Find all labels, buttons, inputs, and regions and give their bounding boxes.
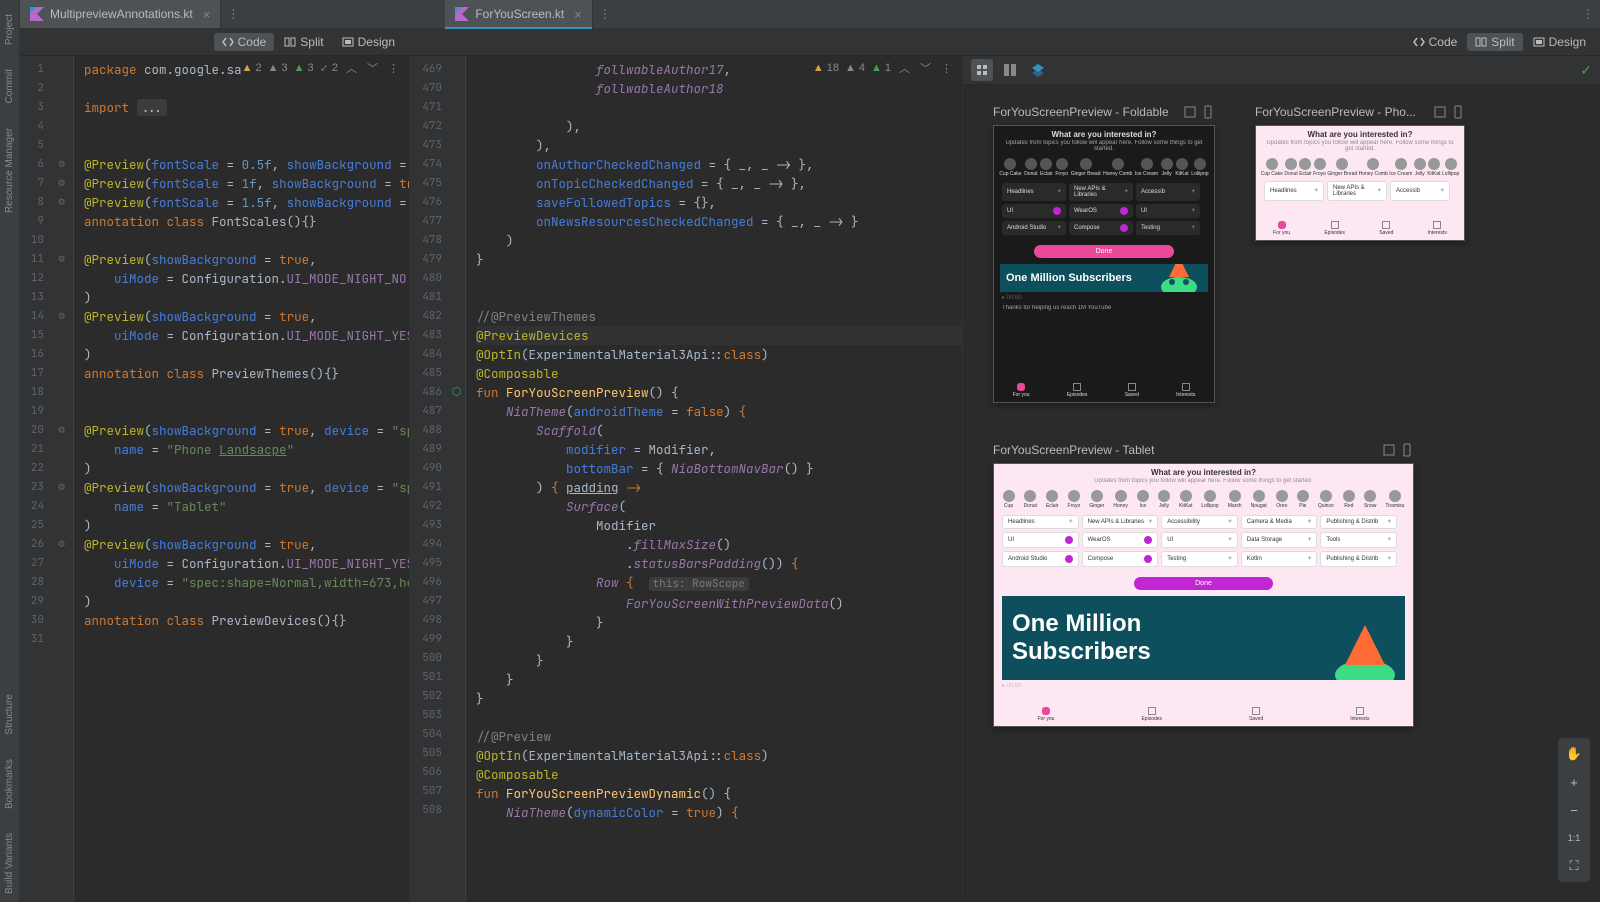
preview-title: ForYouScreenPreview - Pho... — [1255, 105, 1416, 119]
viewmode-split-right[interactable]: Split — [1467, 33, 1522, 51]
zoom-ratio[interactable]: 1:1 — [1562, 826, 1586, 850]
rail-resource-manager[interactable]: Resource Manager — [2, 120, 17, 221]
chevron-down-icon[interactable]: ﹀ — [918, 60, 933, 76]
preview-title: ForYouScreenPreview - Foldable — [993, 105, 1169, 119]
more-icon[interactable]: ⋮ — [939, 62, 954, 75]
viewmode-design-right[interactable]: Design — [1525, 33, 1594, 51]
viewmode-split[interactable]: Split — [276, 33, 331, 51]
editor-pane-middle: 4694704714724734744754764774784794804814… — [410, 56, 963, 902]
tab-multipreview-annotations[interactable]: MultipreviewAnnotations.kt × — [20, 0, 221, 28]
viewmode-code[interactable]: Code — [214, 33, 275, 51]
chevron-up-icon[interactable]: ︿ — [897, 60, 912, 76]
tab-overflow-left[interactable]: ⋮ — [221, 0, 245, 28]
line-gutter[interactable]: 1234567891011121314151617181920212223242… — [20, 56, 50, 902]
code-area-left[interactable]: package com.google.sample import ... @Pr… — [74, 56, 409, 902]
editor-tabbar: MultipreviewAnnotations.kt × ⋮ ForYouScr… — [20, 0, 1600, 29]
rail-commit[interactable]: Commit — [2, 61, 17, 111]
tab-label: MultipreviewAnnotations.kt — [50, 7, 193, 21]
tool-window-rail: Project Commit Resource Manager Structur… — [0, 0, 20, 902]
tab-foryou-screen[interactable]: ForYouScreen.kt × — [445, 0, 593, 28]
code-area-middle[interactable]: follwableAuthor17, follwableAuthor18 ), … — [466, 56, 962, 902]
rail-project[interactable]: Project — [2, 6, 17, 53]
tab-label: ForYouScreen.kt — [475, 7, 564, 21]
rail-build-variants[interactable]: Build Variants — [2, 825, 17, 902]
device-preview-foldable[interactable]: What are you interested in? Updates from… — [993, 125, 1215, 403]
preview-title: ForYouScreenPreview - Tablet — [993, 443, 1154, 457]
inspection-widget[interactable]: ▲2 ▲3 ▲3 ✓2 ︿ ﹀ ⋮ — [242, 60, 401, 76]
layout-grid-icon[interactable] — [999, 59, 1021, 81]
viewmode-design[interactable]: Design — [334, 33, 403, 51]
device-preview-phone[interactable]: What are you interested in? Updates from… — [1255, 125, 1465, 241]
zoom-in-icon[interactable]: + — [1562, 770, 1586, 794]
viewmode-code-right[interactable]: Code — [1405, 33, 1466, 51]
gutter-icons[interactable]: ⚙⚙⚙ ⚙ ⚙ ⚙ ⚙ ⚙ — [50, 56, 74, 902]
line-gutter[interactable]: 4694704714724734744754764774784794804814… — [410, 56, 448, 902]
editor-pane-left: Code Split Design 12345678910111213141 — [20, 29, 410, 902]
zoom-out-icon[interactable]: − — [1562, 798, 1586, 822]
rail-bookmarks[interactable]: Bookmarks — [2, 751, 17, 817]
inspection-widget[interactable]: ▲18 ▲4 ▲1 ︿ ﹀ ⋮ — [813, 60, 954, 76]
zoom-fit-icon[interactable]: ⛶ — [1562, 854, 1586, 878]
device-icon[interactable] — [1400, 443, 1414, 457]
check-icon: ✓ — [1580, 62, 1592, 79]
kotlin-file-icon — [455, 7, 469, 21]
animation-icon[interactable] — [1433, 105, 1447, 119]
gutter-icons-mid[interactable]: ⬡ — [448, 56, 466, 902]
pan-hand-icon[interactable]: ✋ — [1562, 742, 1586, 766]
animation-icon[interactable] — [1183, 105, 1197, 119]
chevron-down-icon[interactable]: ﹀ — [365, 60, 380, 76]
rail-structure[interactable]: Structure — [2, 686, 17, 743]
pan-tool-icon[interactable] — [971, 59, 993, 81]
chevron-up-icon[interactable]: ︿ — [344, 60, 359, 76]
tab-overflow-middle[interactable]: ⋮ — [593, 0, 617, 28]
more-icon[interactable]: ⋮ — [386, 62, 401, 75]
preview-panel: ✓ ForYouScreenPreview - Foldable — [963, 56, 1600, 902]
animation-icon[interactable] — [1382, 443, 1396, 457]
close-icon[interactable]: × — [574, 7, 582, 22]
kotlin-file-icon — [30, 7, 44, 21]
zoom-controls: ✋ + − 1:1 ⛶ — [1558, 738, 1590, 882]
device-preview-tablet[interactable]: What are you interested in? Updates from… — [993, 463, 1414, 727]
device-icon[interactable] — [1451, 105, 1465, 119]
layers-icon[interactable] — [1027, 59, 1049, 81]
preview-canvas[interactable]: ForYouScreenPreview - Foldable — [963, 85, 1600, 902]
tab-overflow-right[interactable]: ⋮ — [1576, 0, 1600, 28]
close-icon[interactable]: × — [203, 7, 211, 22]
device-icon[interactable] — [1201, 105, 1215, 119]
